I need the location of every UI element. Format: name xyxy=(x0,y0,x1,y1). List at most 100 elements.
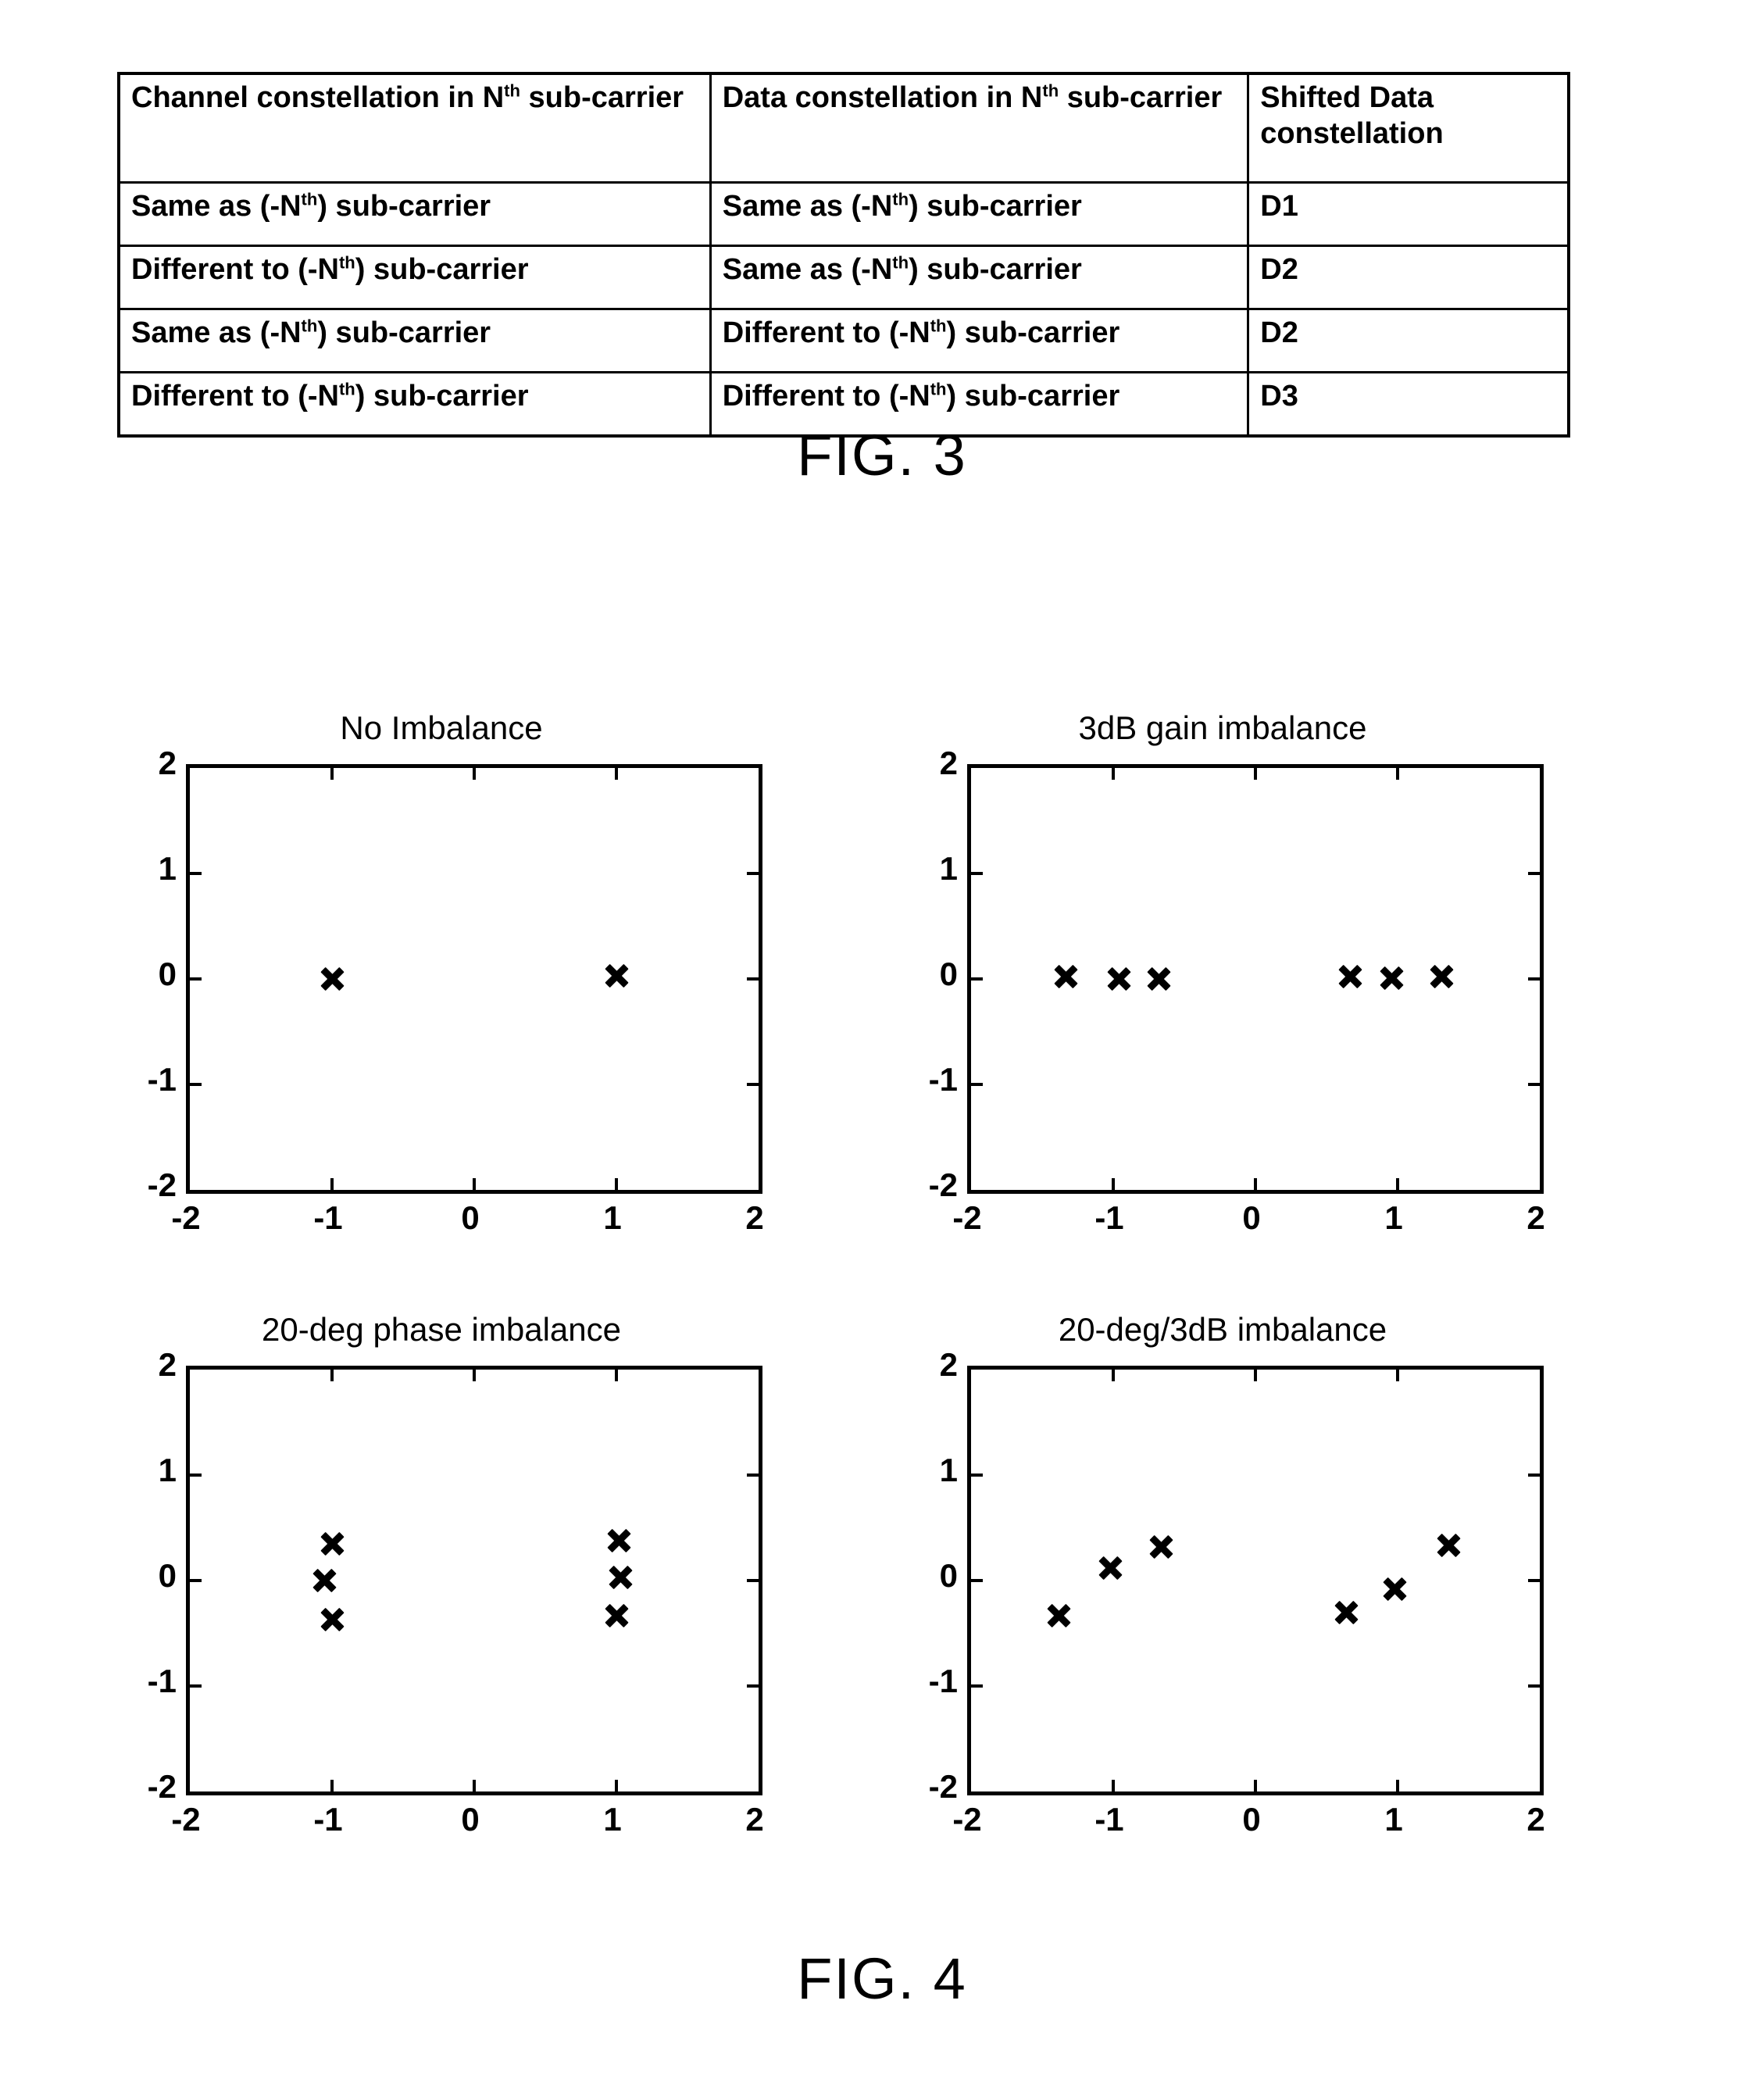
x-axis-tick xyxy=(473,1367,476,1381)
x-axis-tick xyxy=(615,1780,618,1794)
subplot-3db-gain-imbalance: 3dB gain imbalance -2 -1 0 1 2 -2 -1 0 1 2 xyxy=(898,695,1586,1242)
y-axis-tick xyxy=(1528,1579,1542,1582)
x-axis-tick xyxy=(1254,1178,1257,1192)
subplot-title: 20-deg/3dB imbalance xyxy=(1058,1311,1387,1348)
x-axis-tick xyxy=(1112,766,1115,780)
data-point-marker xyxy=(1333,1599,1359,1626)
x-axis-tick-label: 1 xyxy=(1384,1199,1403,1236)
y-axis-tick xyxy=(1528,872,1542,875)
y-axis-tick xyxy=(747,1474,761,1477)
x-axis-tick-label: -2 xyxy=(171,1801,201,1838)
x-axis-tick xyxy=(1254,1780,1257,1794)
x-axis-tick-label: -2 xyxy=(952,1199,982,1236)
cell-shifted-data-constellation: D2 xyxy=(1247,308,1570,373)
x-axis-tick xyxy=(1254,766,1257,780)
cell-data-constellation: Different to (-Nth) sub-carrier xyxy=(709,308,1250,373)
y-axis-tick xyxy=(187,977,202,981)
cell-text-post: ) sub-carrier xyxy=(909,253,1082,286)
y-axis-tick xyxy=(187,1684,202,1688)
data-point-marker xyxy=(603,1602,630,1629)
header-superscript: th xyxy=(1042,80,1059,101)
x-axis-tick xyxy=(473,1780,476,1794)
cell-text-post: ) sub-carrier xyxy=(946,380,1120,413)
data-point-marker xyxy=(1337,963,1364,990)
data-point-marker xyxy=(607,1564,634,1591)
y-axis-tick xyxy=(1528,1684,1542,1688)
header-text-post: sub-carrier xyxy=(520,81,684,114)
y-axis-tick xyxy=(969,1474,983,1477)
cell-superscript: th xyxy=(930,316,947,336)
figure-3-caption: FIG. 3 xyxy=(797,423,967,488)
header-text-pre: Channel constellation in N xyxy=(131,81,505,114)
x-axis-tick-label: 0 xyxy=(1242,1801,1261,1838)
x-axis-tick xyxy=(330,1367,334,1381)
figure-4-plot-grid: No Imbalance -2 -1 0 1 2 -2 -1 0 1 2 3dB gain imb… xyxy=(0,672,1764,1906)
x-axis-tick xyxy=(330,1780,334,1794)
x-axis-tick-label: 2 xyxy=(745,1801,764,1838)
x-axis-tick xyxy=(1112,1178,1115,1192)
x-axis-tick xyxy=(330,1178,334,1192)
x-axis-tick-label: -1 xyxy=(1094,1801,1124,1838)
cell-text-pre: Same as (-N xyxy=(131,316,302,349)
x-axis-tick xyxy=(615,1178,618,1192)
data-point-marker xyxy=(1046,1602,1073,1629)
subplot-title: 3dB gain imbalance xyxy=(1078,709,1367,746)
x-axis-tick xyxy=(615,1367,618,1381)
plot-axes xyxy=(186,1366,762,1795)
cell-text-post: ) sub-carrier xyxy=(317,190,491,223)
cell-data-constellation: Same as (-Nth) sub-carrier xyxy=(709,181,1250,247)
data-point-marker xyxy=(312,1567,338,1594)
data-point-marker xyxy=(1097,1555,1123,1581)
cell-channel-constellation: Same as (-Nth) sub-carrier xyxy=(117,181,712,247)
x-axis-tick-label: 1 xyxy=(603,1199,622,1236)
cell-text-pre: Same as (-N xyxy=(722,253,893,286)
data-point-marker xyxy=(1436,1532,1462,1559)
x-axis-tick xyxy=(615,766,618,780)
x-axis-tick xyxy=(1396,1780,1399,1794)
x-axis-tick-label: 2 xyxy=(745,1199,764,1236)
cell-text-pre: Different to (-N xyxy=(722,316,930,349)
y-axis-tick xyxy=(969,977,983,981)
x-axis-tick xyxy=(1396,766,1399,780)
cell-text-post: ) sub-carrier xyxy=(946,316,1120,349)
x-axis-tick-label: 2 xyxy=(1527,1801,1545,1838)
cell-text-pre: Different to (-N xyxy=(131,253,339,286)
x-axis-tick-label: 1 xyxy=(603,1801,622,1838)
data-point-marker xyxy=(606,1527,633,1554)
cell-text-pre: Same as (-N xyxy=(722,190,893,223)
x-axis-tick-label: -1 xyxy=(1094,1199,1124,1236)
cell-shifted-data-constellation: D1 xyxy=(1247,181,1570,247)
data-point-marker xyxy=(319,966,345,992)
subplot-20deg-phase-imbalance: 20-deg phase imbalance -2 -1 0 1 2 -2 -1 0 1 2 xyxy=(117,1297,805,1844)
cell-text-post: ) sub-carrier xyxy=(355,380,529,413)
cell-data-constellation: Same as (-Nth) sub-carrier xyxy=(709,245,1250,310)
y-axis-tick xyxy=(1528,1474,1542,1477)
x-axis-tick-label: 0 xyxy=(461,1199,480,1236)
cell-shifted-data-constellation: D2 xyxy=(1247,245,1570,310)
y-axis-tick xyxy=(747,977,761,981)
cell-text-post: ) sub-carrier xyxy=(909,190,1082,223)
y-axis-tick xyxy=(969,1684,983,1688)
cell-superscript: th xyxy=(338,252,355,273)
table-row: Different to (-Nth ) sub-carrier Same as … xyxy=(117,245,1570,310)
header-superscript: th xyxy=(504,80,520,101)
y-axis-tick xyxy=(187,1579,202,1582)
subplot-title: No Imbalance xyxy=(340,709,543,746)
cell-superscript: th xyxy=(930,379,947,399)
x-axis-tick xyxy=(1396,1178,1399,1192)
cell-text-pre: Same as (-N xyxy=(131,190,302,223)
table-header-row: Channel constellation in Nth sub-carrier… xyxy=(117,72,1570,184)
y-axis-tick xyxy=(187,1083,202,1086)
cell-superscript: th xyxy=(338,379,355,399)
x-axis-tick-label: 1 xyxy=(1384,1801,1403,1838)
data-point-marker xyxy=(603,963,630,989)
header-text-pre: Data constellation in N xyxy=(722,81,1043,114)
cell-superscript: th xyxy=(301,316,318,336)
cell-channel-constellation: Same as (-Nth) sub-carrier xyxy=(117,308,712,373)
fig3-table-container: Channel constellation in Nth sub-carrier… xyxy=(117,72,1570,438)
x-axis-tick-label: 0 xyxy=(461,1801,480,1838)
cell-text-pre: Different to (-N xyxy=(722,380,930,413)
data-point-marker xyxy=(1148,1534,1175,1560)
x-axis-tick-label: -2 xyxy=(952,1801,982,1838)
y-axis-tick xyxy=(1528,1083,1542,1086)
